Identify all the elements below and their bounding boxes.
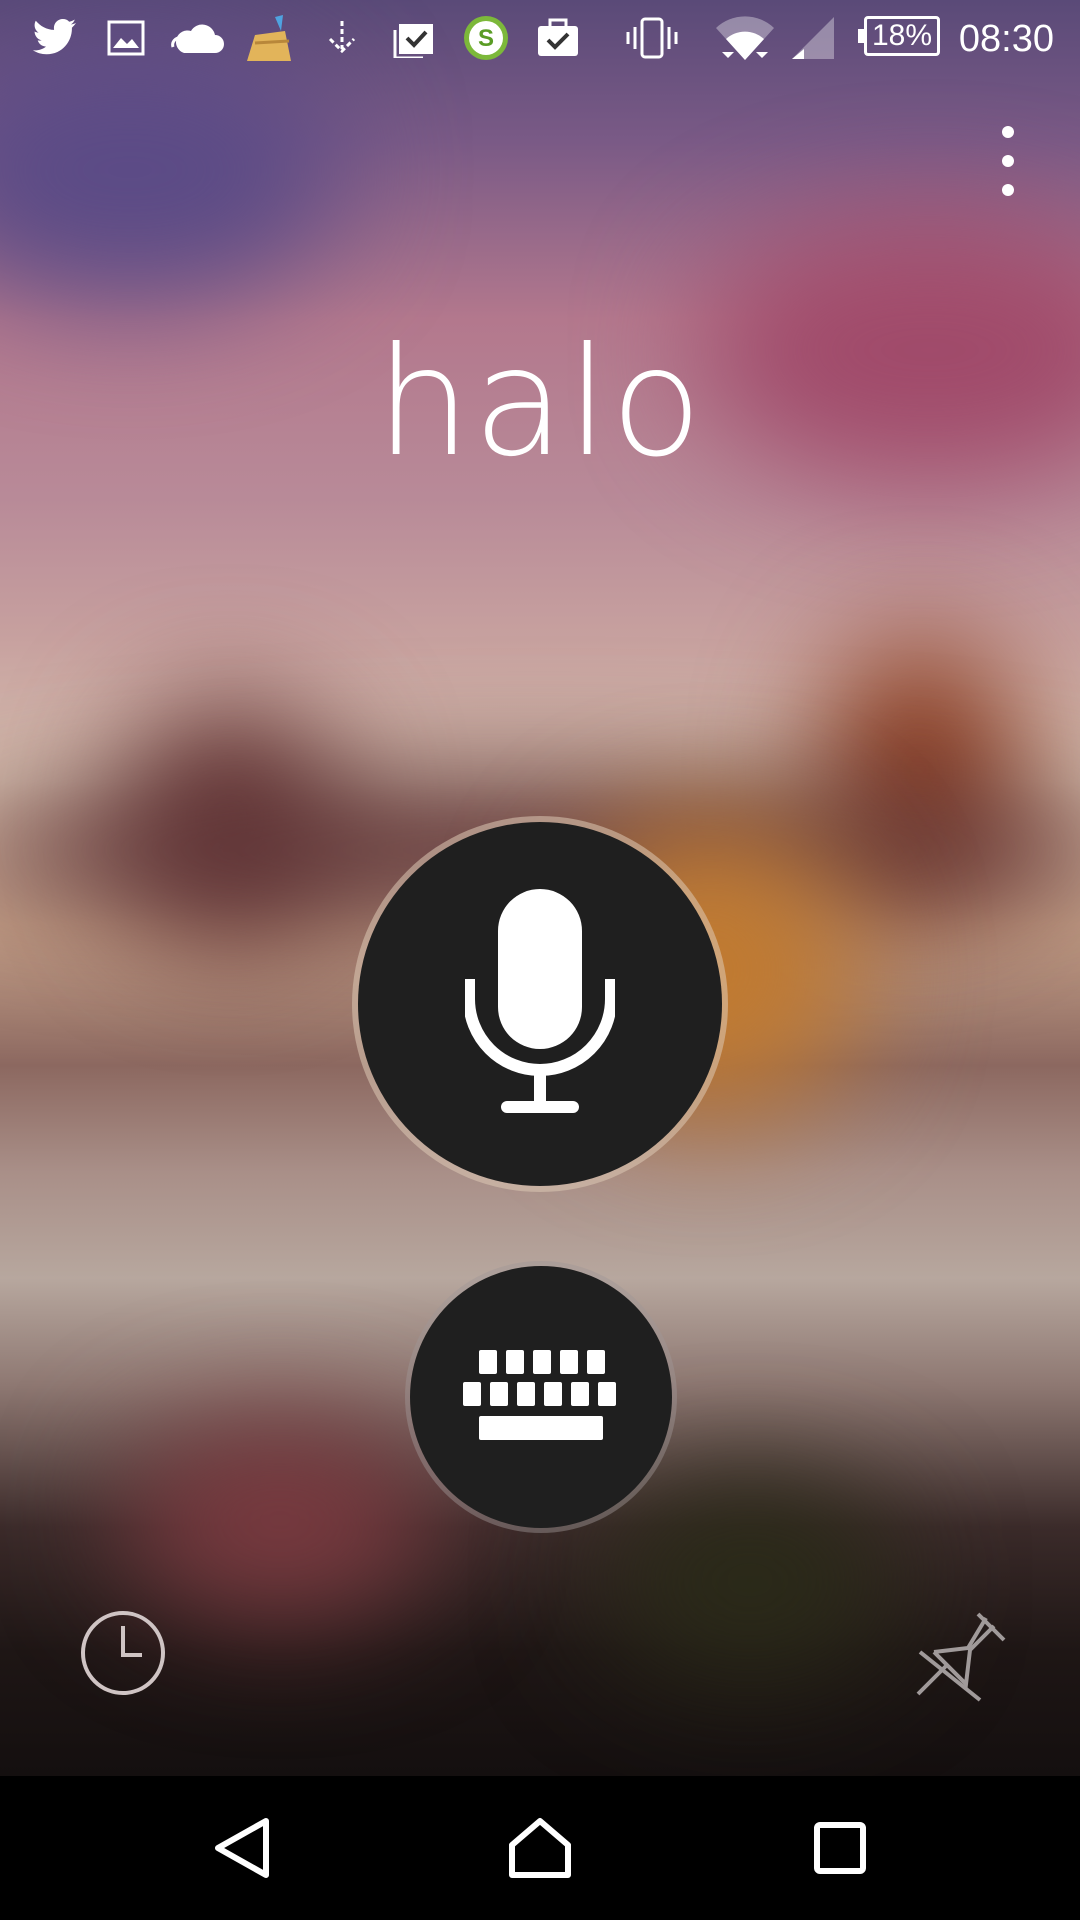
battery-level: 18% [871,19,933,52]
pin-button[interactable] [908,1604,1008,1704]
home-button[interactable] [490,1798,590,1898]
pin-off-icon [916,1612,1006,1702]
microphone-button[interactable] [358,822,722,1186]
briefcase-check-icon [534,10,582,66]
history-button[interactable] [80,1610,166,1696]
svg-text:S: S [478,25,494,52]
cleaner-broom-icon [244,10,294,66]
wifi-icon [712,10,778,66]
keyboard-button[interactable] [410,1266,672,1528]
image-icon [104,10,148,66]
vibrate-icon [624,10,680,66]
back-icon [215,1818,269,1878]
keyboard-icon [463,1350,616,1440]
voice-query-text: halo [375,316,705,490]
more-vertical-icon[interactable] [988,126,1028,196]
download-icon [322,10,362,66]
status-bar: S 18% 08:30 [0,0,1080,76]
battery-indicator: 18% [858,16,940,56]
recents-icon [814,1822,866,1874]
twitter-icon [30,10,80,66]
clock-time: 08:30 [958,18,1054,60]
clock-icon [81,1611,165,1695]
signal-icon [790,10,836,66]
microphone-icon [465,889,615,1113]
recents-button[interactable] [790,1798,890,1898]
cloud-icon [170,10,226,66]
navigation-bar [0,1776,1080,1920]
clipboard-check-icon [392,10,438,66]
home-icon [509,1818,571,1878]
app-s-icon: S [462,10,510,66]
back-button[interactable] [192,1798,292,1898]
